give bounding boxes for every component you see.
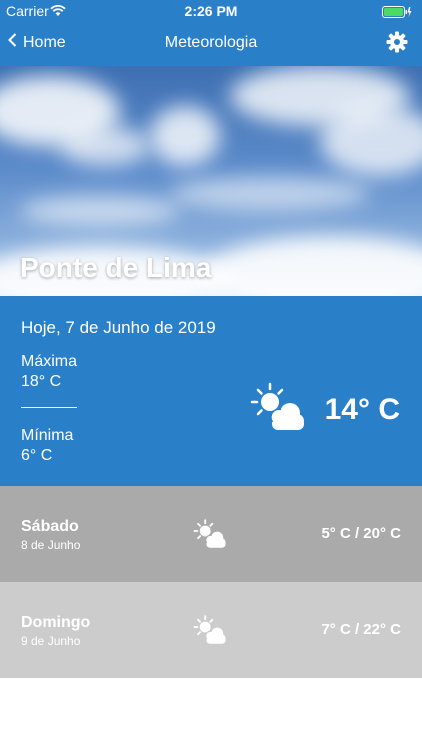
max-temp-value: 18° C xyxy=(21,373,62,390)
divider xyxy=(21,407,77,408)
gear-icon[interactable] xyxy=(386,31,408,58)
page-title: Meteorologia xyxy=(164,34,258,51)
max-temp-label: Máxima xyxy=(21,353,78,370)
forecast-row[interactable]: Sábado 8 de Junho 5° C / 20° C xyxy=(0,486,422,582)
partly-cloudy-icon xyxy=(193,519,227,554)
city-name: Ponte de Lima xyxy=(20,252,212,283)
partly-cloudy-icon xyxy=(250,382,306,437)
current-temperature: 14° C xyxy=(324,393,400,426)
min-temp-label: Mínima xyxy=(21,427,74,444)
forecast-date: 9 de Junho xyxy=(21,634,81,648)
forecast-temp-range: 5° C / 20° C xyxy=(321,525,401,542)
forecast-day: Domingo xyxy=(21,614,91,631)
battery-icon xyxy=(382,5,412,21)
status-bar: Carrier 2:26 PM xyxy=(0,0,422,22)
forecast-date: 8 de Junho xyxy=(21,538,81,552)
forecast-day: Sábado xyxy=(21,518,79,535)
sky-hero-image: Ponte de Lima xyxy=(0,66,422,296)
forecast-temp-range: 7° C / 22° C xyxy=(321,621,401,638)
today-panel: Hoje, 7 de Junho de 2019 Máxima 18° C Mí… xyxy=(0,296,422,486)
partly-cloudy-icon xyxy=(193,615,227,650)
today-date: Hoje, 7 de Junho de 2019 xyxy=(21,318,216,337)
min-temp-value: 6° C xyxy=(21,447,53,464)
forecast-row[interactable]: Domingo 9 de Junho 7° C / 22° C xyxy=(0,582,422,678)
navigation-bar: Home Meteorologia xyxy=(0,22,422,66)
status-time: 2:26 PM xyxy=(184,3,238,19)
